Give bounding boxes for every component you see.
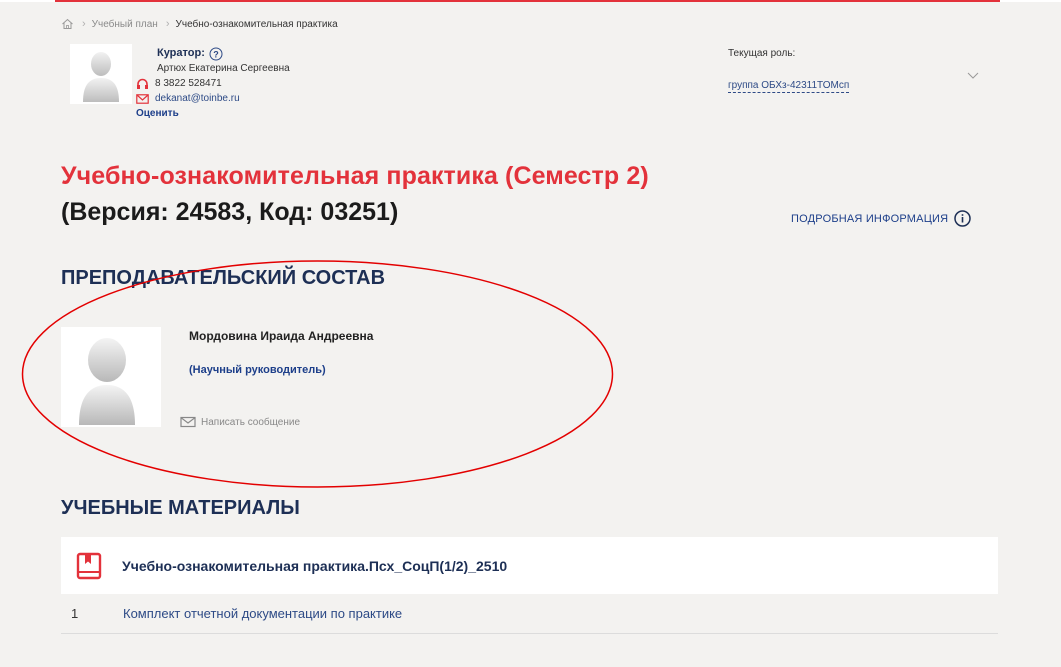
- current-role-label: Текущая роль:: [728, 48, 796, 59]
- details-link[interactable]: ПОДРОБНАЯ ИНФОРМАЦИЯ: [791, 210, 972, 227]
- top-accent-line: [55, 0, 1000, 2]
- info-icon: [954, 210, 972, 227]
- teacher-role: (Научный руководитель): [189, 364, 326, 376]
- rate-curator-link[interactable]: Оценить: [136, 106, 290, 121]
- course-title: Учебно-ознакомительная практика (Семестр…: [61, 162, 649, 190]
- headset-icon: [137, 78, 148, 89]
- breadcrumb-separator: ›: [165, 18, 170, 30]
- breadcrumb-separator: ›: [82, 18, 86, 30]
- curator-avatar: [70, 44, 132, 104]
- curator-label: Куратор: ?: [157, 46, 290, 61]
- breadcrumb: › Учебный план › Учебно-ознакомительная …: [61, 17, 338, 31]
- mail-icon: [136, 93, 149, 104]
- staff-section-title: ПРЕПОДАВАТЕЛЬСКИЙ СОСТАВ: [61, 267, 386, 289]
- curator-phone-row: 8 3822 528471: [136, 76, 290, 91]
- mail-icon: [180, 416, 196, 428]
- curator-name: Артюх Екатерина Сергеевна: [157, 63, 290, 74]
- help-icon[interactable]: ?: [209, 47, 223, 61]
- chevron-down-icon[interactable]: [967, 72, 979, 80]
- details-link-label: ПОДРОБНАЯ ИНФОРМАЦИЯ: [791, 212, 949, 225]
- curator-label-text: Куратор:: [157, 47, 205, 59]
- table-row[interactable]: 1 Комплект отчетной документации по прак…: [61, 594, 998, 634]
- curator-email[interactable]: dekanat@toinbe.ru: [155, 91, 240, 106]
- materials-header-title: Учебно-ознакомительная практика.Псх_СоцП…: [122, 557, 508, 574]
- materials-section-title: УЧЕБНЫЕ МАТЕРИАЛЫ: [61, 497, 300, 519]
- material-row-link[interactable]: Комплект отчетной документации по практи…: [123, 606, 402, 621]
- top-bar: [0, 0, 1061, 2]
- current-role-select[interactable]: группа ОБХз-42311ТОМсп: [728, 80, 850, 93]
- course-version: (Версия: 24583, Код: 03251): [61, 198, 399, 226]
- curator-info: Куратор: ? Артюх Екатерина Сергеевна 8 3…: [134, 46, 290, 121]
- teacher-name: Мордовина Ираида Андреевна: [189, 329, 374, 343]
- home-icon[interactable]: [61, 18, 74, 30]
- svg-text:?: ?: [213, 49, 219, 59]
- user-silhouette-icon: [83, 52, 119, 102]
- curator-phone: 8 3822 528471: [155, 78, 222, 89]
- teacher-avatar: [61, 327, 161, 427]
- book-icon: [76, 552, 102, 579]
- material-row-number: 1: [71, 606, 79, 621]
- user-silhouette-icon: [79, 338, 135, 425]
- write-message-label: Написать сообщение: [201, 416, 301, 428]
- write-message-link[interactable]: Написать сообщение: [180, 416, 300, 428]
- breadcrumb-item-current: Учебно-ознакомительная практика: [175, 18, 338, 30]
- materials-header[interactable]: Учебно-ознакомительная практика.Псх_СоцП…: [61, 537, 998, 594]
- curator-email-row: dekanat@toinbe.ru: [136, 91, 290, 106]
- breadcrumb-item-plan[interactable]: Учебный план: [92, 19, 158, 30]
